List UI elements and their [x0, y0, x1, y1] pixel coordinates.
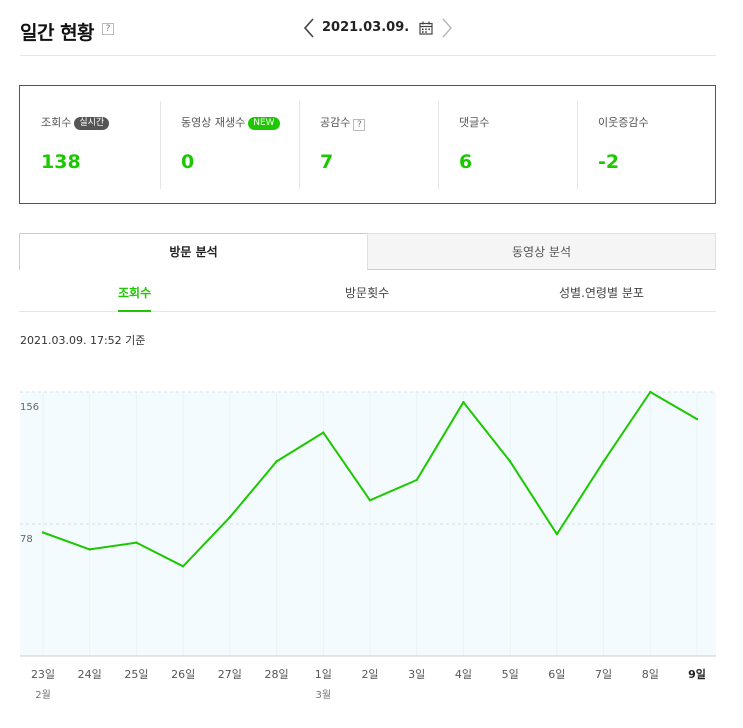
data-point: [508, 460, 512, 463]
stat-value: 138: [41, 151, 81, 173]
calendar-icon[interactable]: [419, 21, 433, 35]
data-point: [322, 431, 325, 434]
stat-value: 0: [181, 151, 195, 173]
divider: [438, 101, 439, 189]
y-tick-label: 78: [20, 534, 33, 545]
divider: [160, 101, 161, 189]
help-icon[interactable]: ?: [353, 119, 366, 131]
stat-label: 동영상 재생수: [181, 116, 246, 129]
data-point: [181, 565, 185, 568]
date-navigator: 2021.03.09.: [302, 16, 454, 40]
page-title: 일간 현황: [20, 22, 95, 44]
stat-video-plays: 동영상 재생수 NEW 0: [160, 86, 299, 203]
new-badge: NEW: [248, 117, 280, 130]
x-tick-label: 8일: [642, 667, 659, 681]
data-point: [41, 531, 45, 534]
main-tabs: 방문 분석 동영상 분석: [19, 233, 716, 270]
x-tick-label: 23일: [31, 667, 55, 681]
month-label: 2월: [35, 689, 51, 701]
data-point: [368, 499, 372, 502]
data-point: [275, 460, 278, 463]
x-tick-label: 7일: [595, 667, 612, 681]
y-tick-label: 156: [20, 402, 39, 413]
sub-tabs: 조회수 방문횟수 성별.연령별 분포: [19, 278, 716, 312]
tab-visit-analysis[interactable]: 방문 분석: [19, 233, 368, 270]
stats-summary: 조회수 실시간 138 동영상 재생수 NEW 0 공감수? 7 댓글수 6 이웃증…: [19, 85, 716, 204]
stat-likes: 공감수? 7: [299, 86, 438, 203]
data-point: [88, 548, 91, 551]
x-tick-label: 9일: [688, 667, 706, 681]
x-tick-label: 6일: [548, 667, 565, 681]
stat-label: 조회수: [41, 116, 72, 129]
data-point: [695, 417, 699, 421]
x-tick-label: 4일: [455, 667, 472, 681]
x-tick-label: 2일: [361, 667, 378, 681]
x-tick-label: 25일: [124, 667, 148, 681]
stat-value: -2: [598, 151, 620, 173]
current-date: 2021.03.09.: [322, 20, 410, 35]
data-point: [649, 390, 652, 394]
divider: [299, 101, 300, 189]
stat-label: 댓글수: [459, 116, 490, 129]
data-point: [462, 400, 465, 404]
stat-value: 7: [320, 151, 334, 173]
tab-video-analysis[interactable]: 동영상 분석: [367, 233, 716, 270]
data-point: [602, 460, 605, 463]
stat-neighbor-change: 이웃증감수 -2: [577, 86, 716, 203]
x-tick-label: 1일: [315, 667, 332, 681]
divider: [577, 101, 578, 189]
x-tick-label: 24일: [78, 667, 102, 681]
subtab-gender-age[interactable]: 성별.연령별 분포: [559, 284, 644, 301]
help-icon[interactable]: ?: [102, 23, 114, 35]
x-tick-label: 5일: [502, 667, 519, 681]
chevron-left-icon[interactable]: [302, 16, 316, 40]
views-line-chart: 78 156 23일 24일 25일 26일 27일 28일 1일 2일 3일 4일 5일 6일 7일 8일 9…: [20, 390, 716, 701]
as-of-timestamp: 2021.03.09. 17:52 기준: [20, 334, 146, 347]
data-point: [415, 478, 418, 482]
stat-label: 이웃증감수: [598, 116, 649, 129]
data-point: [555, 532, 559, 536]
stat-comments: 댓글수 6: [438, 86, 577, 203]
chevron-right-icon[interactable]: [440, 16, 454, 40]
subtab-visit-count[interactable]: 방문횟수: [345, 284, 389, 301]
month-label: 3월: [316, 689, 332, 701]
realtime-badge: 실시간: [74, 117, 110, 130]
data-point: [135, 541, 138, 544]
page-header: 일간 현황 ? 2021.03.09.: [20, 14, 716, 56]
x-tick-label: 28일: [265, 667, 289, 681]
subtab-views[interactable]: 조회수: [118, 284, 152, 312]
stat-label: 공감수: [320, 116, 351, 129]
x-tick-label: 3일: [408, 667, 425, 681]
stat-views: 조회수 실시간 138: [20, 86, 159, 203]
x-tick-label: 27일: [218, 667, 242, 681]
x-tick-label: 26일: [171, 667, 195, 681]
stat-value: 6: [459, 151, 473, 173]
data-point: [228, 516, 232, 519]
